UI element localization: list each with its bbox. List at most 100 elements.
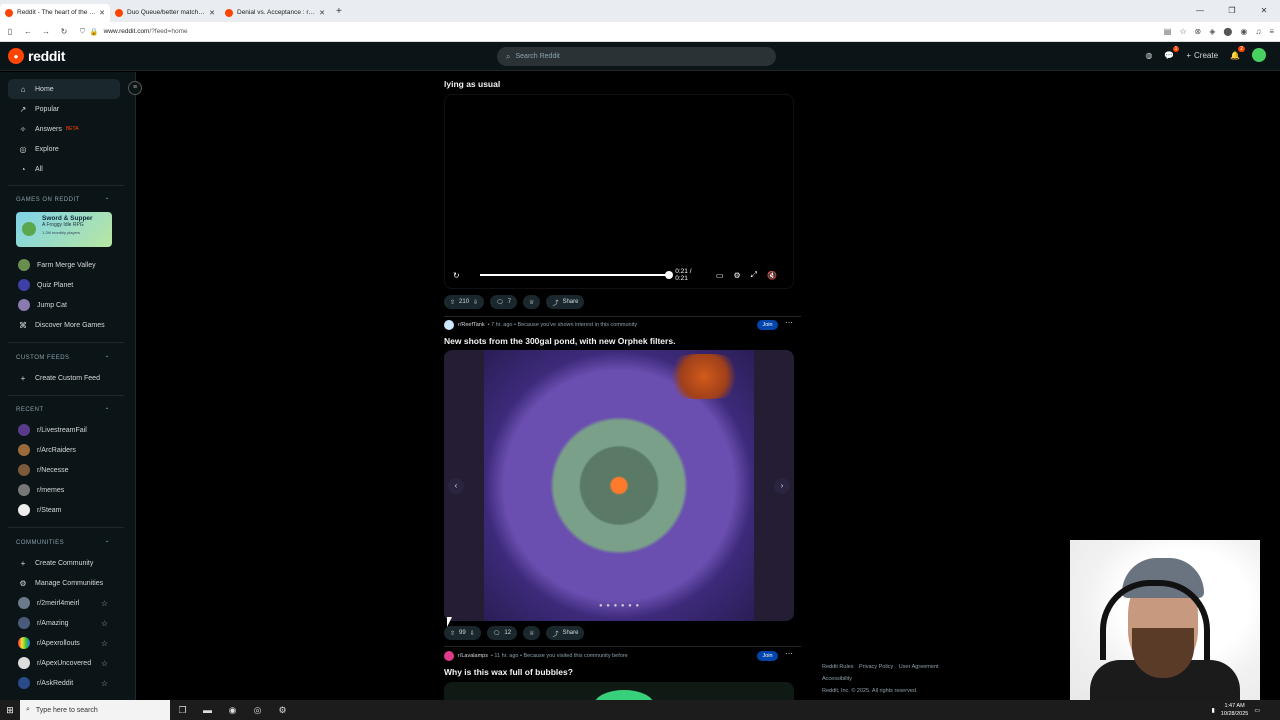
- section-header-custom-feeds[interactable]: CUSTOM FEEDS ⌃: [16, 355, 110, 362]
- sidebar-item-community[interactable]: r/2meirl4meirl ☆: [8, 593, 120, 613]
- network-icon[interactable]: ▮: [1211, 707, 1214, 714]
- favorite-star-icon[interactable]: ☆: [101, 679, 108, 688]
- video-scrubber[interactable]: [665, 271, 674, 279]
- extension-icon[interactable]: ⬤: [1223, 24, 1232, 40]
- settings-gear-icon[interactable]: ⚙: [733, 271, 740, 280]
- reddit-logo[interactable]: ● reddit: [8, 48, 65, 64]
- subreddit-link[interactable]: r/Lavalamps: [458, 653, 488, 659]
- section-header-recent[interactable]: RECENT ⌃: [16, 407, 110, 414]
- award-button[interactable]: ♕: [523, 626, 541, 640]
- post-image[interactable]: [444, 682, 794, 700]
- minimize-icon[interactable]: —: [1184, 0, 1216, 22]
- new-tab-icon[interactable]: +: [336, 6, 342, 17]
- share-button[interactable]: ⤴ Share: [546, 295, 585, 309]
- more-options-icon[interactable]: ⋯: [785, 318, 793, 327]
- search-input[interactable]: ⌕ Search Reddit: [497, 47, 776, 66]
- close-tab-icon[interactable]: ✕: [99, 9, 105, 17]
- menu-icon[interactable]: ≡: [1269, 24, 1274, 40]
- reload-icon[interactable]: ↻: [56, 27, 72, 36]
- sidebar-item-community[interactable]: r/AskReddit ☆: [8, 673, 120, 693]
- post-title[interactable]: Why is this wax full of bubbles?: [444, 667, 573, 677]
- chat-button[interactable]: 💬 1: [1164, 45, 1180, 60]
- upvote-icon[interactable]: ⇧: [450, 299, 455, 306]
- vote-button-group[interactable]: ⇧ 99 ⇩: [444, 626, 481, 640]
- create-community-button[interactable]: + Create Community: [8, 553, 120, 573]
- join-button[interactable]: Join: [757, 651, 778, 661]
- sidebar-item-answers[interactable]: ✧ Answers BETA: [8, 119, 120, 139]
- reader-icon[interactable]: ▤: [1164, 24, 1172, 40]
- task-view-icon[interactable]: ❐: [170, 705, 195, 716]
- game-promo-card[interactable]: Sword & Supper A Froggy Idle RPG 1.2M mo…: [16, 212, 112, 247]
- video-player[interactable]: ↻ 0:21 / 0:21 ▭ ⚙ ⤢ 🔇: [444, 94, 794, 289]
- collapse-sidebar-icon[interactable]: ≡: [128, 81, 142, 95]
- bookmark-star-icon[interactable]: ☆: [1179, 24, 1186, 40]
- comments-button[interactable]: 🗨 12: [486, 626, 518, 640]
- close-tab-icon[interactable]: ✕: [209, 9, 215, 17]
- subreddit-link[interactable]: r/ReefTank: [458, 322, 485, 328]
- replay-icon[interactable]: ↻: [453, 271, 460, 280]
- post-title[interactable]: lying as usual: [444, 79, 500, 89]
- sidebar-item-community[interactable]: r/Amazing ☆: [8, 613, 120, 633]
- clock[interactable]: 1:47 AM 10/28/2025: [1221, 702, 1249, 718]
- app-icon[interactable]: ◎: [245, 705, 270, 716]
- share-button[interactable]: ⤴ Share: [546, 626, 585, 640]
- comments-button[interactable]: 🗨 7: [490, 295, 518, 309]
- post-title[interactable]: New shots from the 300gal pond, with new…: [444, 336, 675, 346]
- sidebar-item-discover-games[interactable]: ⌘ Discover More Games: [8, 315, 120, 335]
- extension-icon[interactable]: ♫: [1255, 24, 1261, 40]
- sidebar-item-recent[interactable]: r/memes: [8, 480, 120, 500]
- notifications-button[interactable]: 🔔 2: [1230, 45, 1245, 60]
- next-image-icon[interactable]: ›: [774, 478, 790, 494]
- downvote-icon[interactable]: ⇩: [473, 299, 478, 306]
- more-options-icon[interactable]: ⋯: [785, 649, 793, 658]
- create-custom-feed-button[interactable]: + Create Custom Feed: [8, 368, 120, 388]
- image-gallery[interactable]: ‹ › ● ● ● ● ● ●: [444, 350, 794, 621]
- fullscreen-icon[interactable]: ⤢: [751, 270, 757, 280]
- sidebar-item-recent[interactable]: r/ArcRaiders: [8, 440, 120, 460]
- sidebar-item-game[interactable]: Jump Cat: [8, 295, 120, 315]
- sidebar-item-recent[interactable]: r/Steam: [8, 500, 120, 520]
- sidebar-item-community[interactable]: r/ApexUncovered ☆: [8, 653, 120, 673]
- browser-tab[interactable]: Reddit - The heart of the intern ✕: [0, 3, 110, 22]
- extension-icon[interactable]: ◈: [1209, 24, 1215, 40]
- footer-link[interactable]: Accessibility: [822, 676, 852, 682]
- extension-icon[interactable]: ◉: [1240, 24, 1247, 40]
- sidebar-item-game[interactable]: Quiz Planet: [8, 275, 120, 295]
- back-icon[interactable]: ←: [20, 27, 36, 36]
- award-button[interactable]: ♕: [523, 295, 541, 309]
- sidebar-item-community[interactable]: r/Apexrollouts ☆: [8, 633, 120, 653]
- footer-link[interactable]: Reddit Rules: [822, 664, 854, 670]
- mute-icon[interactable]: 🔇: [767, 271, 777, 280]
- avatar[interactable]: [1252, 48, 1266, 62]
- sidebar-item-recent[interactable]: r/Necesse: [8, 460, 120, 480]
- downvote-icon[interactable]: ⇩: [470, 630, 475, 637]
- browser-tab[interactable]: Duo Queue/better matchmakin ✕: [110, 4, 220, 22]
- browser-tab[interactable]: Denial vs. Acceptance : r/memes ✕: [220, 4, 330, 22]
- windows-start-icon[interactable]: ⊞: [0, 705, 20, 716]
- favorite-star-icon[interactable]: ☆: [101, 619, 108, 628]
- extension-icon[interactable]: ⊗: [1195, 24, 1202, 40]
- footer-link[interactable]: User Agreement: [899, 664, 939, 670]
- prev-image-icon[interactable]: ‹: [448, 478, 464, 494]
- manage-communities-button[interactable]: ⚙ Manage Communities: [8, 573, 120, 593]
- join-button[interactable]: Join: [757, 320, 778, 330]
- forward-icon[interactable]: →: [38, 27, 54, 36]
- sidebar-item-home[interactable]: ⌂ Home: [8, 79, 120, 99]
- url-field[interactable]: ⛉ 🔒 www.reddit.com /?feed=home: [80, 25, 1040, 39]
- taskbar-search-input[interactable]: ⌕ Type here to search: [20, 700, 170, 720]
- favorite-star-icon[interactable]: ☆: [101, 599, 108, 608]
- vote-button-group[interactable]: ⇧ 210 ⇩: [444, 295, 485, 309]
- advertise-icon[interactable]: ◍: [1145, 51, 1152, 60]
- video-progress-bar[interactable]: [479, 271, 674, 279]
- steam-icon[interactable]: ⚙: [270, 705, 295, 716]
- sidebar-item-explore[interactable]: ◎ Explore: [8, 139, 120, 159]
- close-tab-icon[interactable]: ✕: [319, 9, 325, 17]
- firefox-icon[interactable]: ◉: [220, 705, 245, 716]
- upvote-icon[interactable]: ⇧: [450, 630, 455, 637]
- favorite-star-icon[interactable]: ☆: [101, 659, 108, 668]
- maximize-icon[interactable]: ❐: [1216, 0, 1248, 22]
- sidebar-item-game[interactable]: Farm Merge Valley: [8, 255, 120, 275]
- create-button[interactable]: + Create: [1186, 51, 1218, 60]
- file-explorer-icon[interactable]: ▬: [195, 705, 220, 715]
- sidebar-item-all[interactable]: ◔ All: [8, 159, 120, 179]
